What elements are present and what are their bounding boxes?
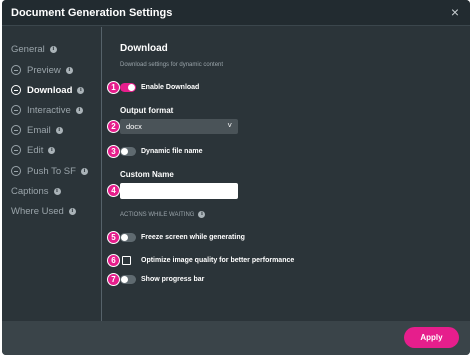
minus-circle-icon — [11, 105, 21, 115]
sidebar-item-label: Edit — [27, 144, 44, 156]
apply-button[interactable]: Apply — [404, 327, 459, 348]
dynamic-file-name-label: Dynamic file name — [141, 148, 203, 155]
sidebar-item-captions[interactable]: Captions i — [11, 184, 61, 198]
step-badge-3: 3 — [107, 145, 120, 158]
show-progress-toggle[interactable] — [120, 275, 136, 284]
info-icon: i — [53, 187, 61, 195]
sidebar-item-email[interactable]: Email i — [11, 123, 63, 137]
custom-name-label: Custom Name — [120, 170, 174, 179]
step-badge-7: 7 — [107, 273, 120, 286]
sidebar-item-preview[interactable]: Preview i — [11, 63, 73, 77]
output-format-value: docx — [126, 122, 142, 131]
freeze-screen-label: Freeze screen while generating — [141, 234, 245, 241]
settings-sidebar: General i Preview i Download i Interacti… — [2, 27, 102, 321]
sidebar-item-label: Email — [27, 124, 51, 136]
output-format-label: Output format — [120, 106, 174, 115]
sidebar-item-interactive[interactable]: Interactive i — [11, 103, 83, 117]
enable-download-label: Enable Download — [141, 84, 200, 91]
info-icon: i — [48, 146, 56, 154]
dialog-titlebar: Document Generation Settings × — [2, 0, 470, 26]
info-icon: i — [75, 106, 83, 114]
enable-download-toggle[interactable] — [120, 83, 136, 92]
dialog-title: Document Generation Settings — [11, 7, 173, 19]
show-progress-label: Show progress bar — [141, 276, 205, 283]
section-label: ACTIONS WHILE WAITING — [120, 211, 195, 218]
sidebar-item-label: General — [11, 43, 45, 55]
minus-circle-icon — [11, 85, 21, 95]
info-icon: i — [68, 207, 76, 215]
sidebar-item-label: Where Used — [11, 205, 64, 217]
chevron-down-icon: ˅ — [227, 121, 232, 130]
sidebar-item-label: Download — [27, 84, 73, 96]
custom-name-input[interactable] — [120, 183, 238, 199]
panel-subheading: Download settings for dynamic content — [120, 62, 224, 68]
output-format-select[interactable]: docx ˅ — [120, 119, 238, 134]
dynamic-file-name-toggle[interactable] — [120, 147, 136, 156]
sidebar-item-where-used[interactable]: Where Used i — [11, 204, 76, 218]
step-badge-4: 4 — [107, 184, 120, 197]
sidebar-item-label: Captions — [11, 185, 49, 197]
close-icon[interactable]: × — [451, 5, 459, 19]
minus-circle-icon — [11, 166, 21, 176]
actions-while-waiting-section: ACTIONS WHILE WAITING i — [120, 211, 206, 218]
minus-circle-icon — [11, 65, 21, 75]
sidebar-item-push-to-sf[interactable]: Push To SF i — [11, 164, 88, 178]
info-icon: i — [198, 211, 206, 218]
sidebar-item-download[interactable]: Download i — [11, 83, 85, 97]
panel-heading: Download — [120, 43, 168, 54]
info-icon: i — [80, 167, 88, 175]
sidebar-item-label: Interactive — [27, 104, 71, 116]
info-icon: i — [55, 126, 63, 134]
info-icon: i — [77, 86, 85, 94]
minus-circle-icon — [11, 145, 21, 155]
sidebar-item-general[interactable]: General i — [11, 42, 57, 56]
info-icon: i — [65, 66, 73, 74]
dialog-footer: Apply — [2, 321, 470, 355]
sidebar-item-edit[interactable]: Edit i — [11, 143, 56, 157]
document-generation-settings-dialog: Document Generation Settings × General i… — [2, 0, 470, 355]
freeze-screen-toggle[interactable] — [120, 233, 136, 242]
optimize-image-label: Optimize image quality for better perfor… — [141, 257, 295, 264]
download-settings-panel: Download Download settings for dynamic c… — [103, 27, 470, 321]
sidebar-item-label: Push To SF — [27, 165, 76, 177]
step-badge-6: 6 — [107, 254, 120, 267]
step-badge-2: 2 — [107, 120, 120, 133]
sidebar-item-label: Preview — [27, 64, 61, 76]
minus-circle-icon — [11, 125, 21, 135]
info-icon: i — [49, 45, 57, 53]
optimize-image-checkbox[interactable] — [122, 256, 131, 265]
step-badge-1: 1 — [107, 81, 120, 94]
step-badge-5: 5 — [107, 231, 120, 244]
